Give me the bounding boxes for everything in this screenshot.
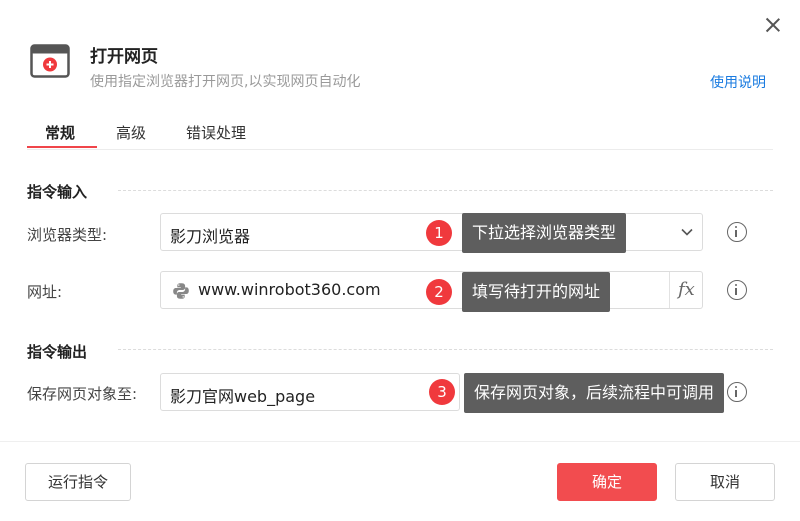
- footer-divider: [0, 441, 800, 442]
- section-divider: [118, 349, 773, 350]
- annotation-badge: 1: [426, 220, 452, 246]
- annotation-badge: 2: [426, 279, 452, 305]
- url-value: www.winrobot360.com: [198, 280, 381, 299]
- save-object-label: 保存网页对象至:: [27, 385, 138, 403]
- tab-error-handling[interactable]: 错误处理: [186, 122, 246, 143]
- help-link[interactable]: 使用说明: [710, 72, 766, 92]
- fx-button[interactable]: fx: [678, 279, 695, 300]
- chevron-down-icon[interactable]: [680, 225, 694, 239]
- section-title-output: 指令输出: [27, 343, 88, 361]
- browser-window-icon: [30, 44, 70, 78]
- annotation-tooltip: 填写待打开的网址: [462, 272, 611, 312]
- browser-type-label: 浏览器类型:: [27, 226, 108, 244]
- browser-type-info-icon[interactable]: [727, 222, 747, 242]
- tab-advanced[interactable]: 高级: [116, 122, 146, 143]
- section-divider: [118, 190, 773, 191]
- close-icon[interactable]: [762, 14, 784, 36]
- save-object-info-icon[interactable]: [727, 382, 747, 402]
- save-object-value: 影刀官网web_page: [170, 387, 316, 406]
- tab-bar: 常规 高级 错误处理: [27, 118, 773, 150]
- python-icon: [173, 283, 189, 299]
- run-command-button[interactable]: 运行指令: [25, 463, 131, 501]
- active-tab-indicator: [27, 146, 97, 148]
- confirm-button[interactable]: 确定: [557, 463, 657, 501]
- dialog-title: 打开网页: [90, 47, 158, 67]
- section-title-input: 指令输入: [27, 183, 88, 201]
- annotation-tooltip: 下拉选择浏览器类型: [462, 213, 627, 253]
- fx-divider: [669, 272, 670, 308]
- annotation-tooltip: 保存网页对象，后续流程中可调用: [464, 373, 725, 413]
- url-label: 网址:: [27, 283, 63, 301]
- dialog-subtitle: 使用指定浏览器打开网页,以实现网页自动化: [90, 74, 361, 90]
- save-object-input[interactable]: 影刀官网web_page: [160, 373, 460, 411]
- annotation-badge: 3: [429, 379, 455, 405]
- tab-general[interactable]: 常规: [45, 122, 75, 143]
- cancel-button[interactable]: 取消: [675, 463, 775, 501]
- url-info-icon[interactable]: [727, 280, 747, 300]
- browser-type-value: 影刀浏览器: [170, 227, 251, 246]
